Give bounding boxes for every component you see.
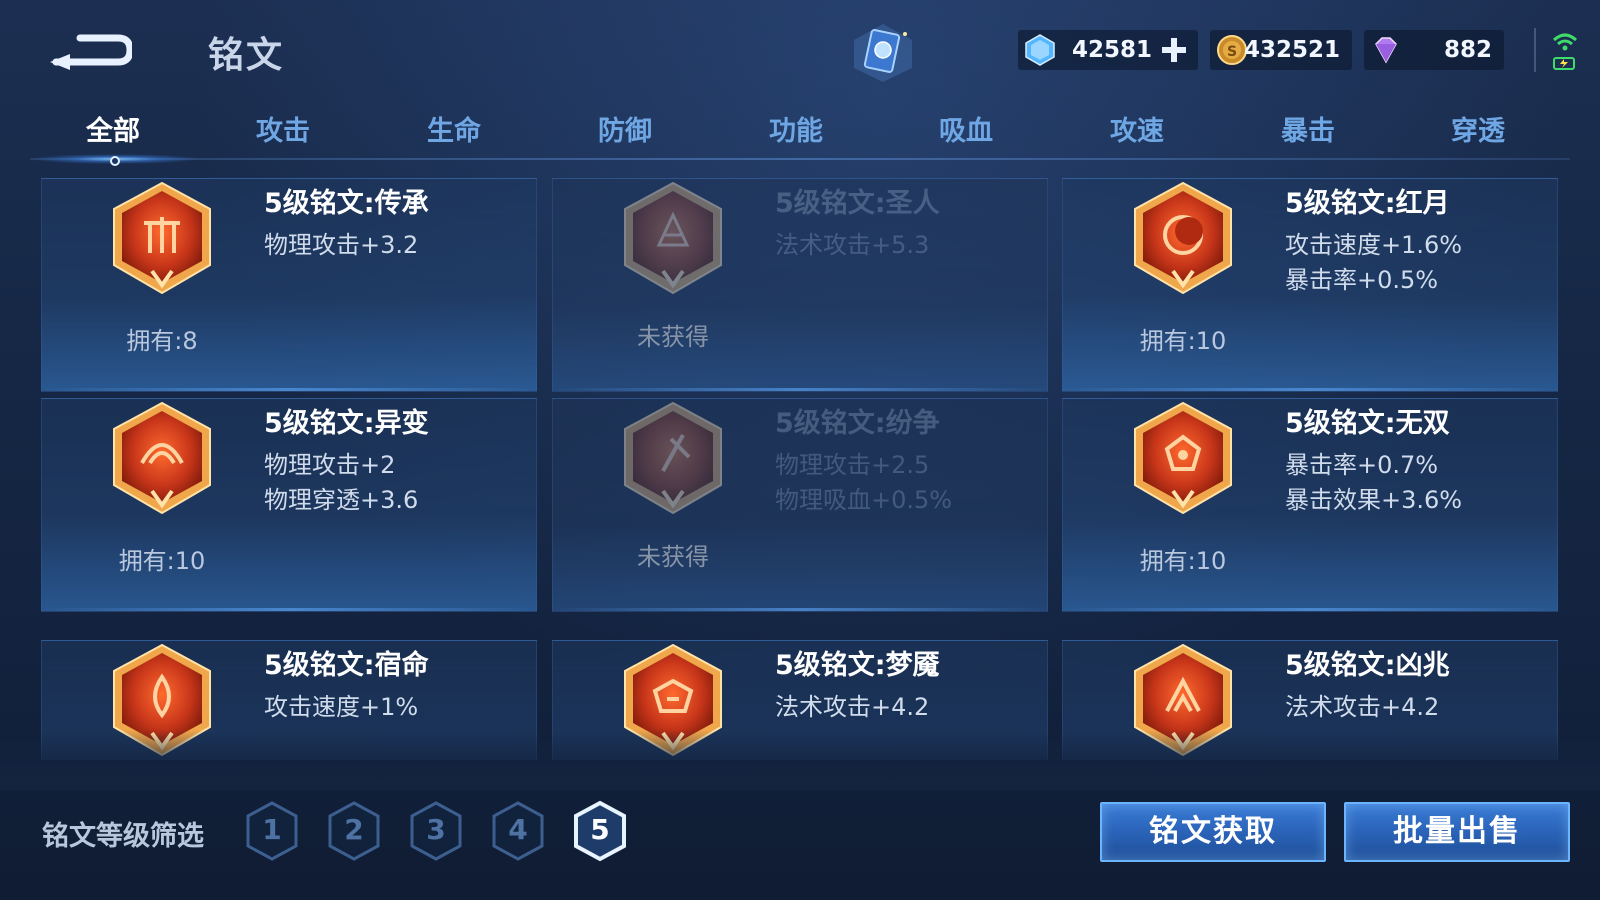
inscription-attribute: 暴击率+0.5%: [1285, 266, 1439, 294]
tab-1[interactable]: 攻击: [223, 108, 343, 156]
inscription-attribute: 物理穿透+3.6: [264, 486, 419, 514]
tab-8[interactable]: 穿透: [1418, 108, 1538, 156]
owned-count: 拥有:10: [1139, 327, 1227, 355]
inscription-attribute: 物理攻击+3.2: [264, 231, 419, 259]
gem-currency: 42581: [1018, 30, 1198, 70]
gold-amount: 432521: [1243, 37, 1340, 63]
inscription-card[interactable]: 5级铭文:纷争 物理攻击+2.5 物理吸血+0.5% 未获得: [552, 398, 1048, 612]
inscription-name: 5级铭文:梦魇: [775, 650, 940, 681]
page-title: 铭文: [208, 35, 285, 76]
level-number: 4: [508, 813, 528, 846]
inscription-card[interactable]: 5级铭文:圣人 法术攻击+5.3 未获得: [552, 178, 1048, 392]
inscription-emblem-icon: [1129, 399, 1237, 521]
wifi-battery-icon: [1550, 30, 1580, 74]
level-filter-1-button[interactable]: 1: [244, 800, 300, 862]
gem-icon: [1025, 34, 1055, 66]
level-number: 3: [426, 813, 446, 846]
level-filter-2-button[interactable]: 2: [326, 800, 382, 862]
tab-2[interactable]: 生命: [394, 108, 514, 156]
inscription-name: 5级铭文:异变: [264, 408, 429, 439]
inscription-attribute: 物理攻击+2: [264, 451, 396, 479]
inscription-attribute: 物理吸血+0.5%: [775, 486, 953, 514]
inscription-emblem-icon: [1129, 179, 1237, 301]
inscription-name: 5级铭文:无双: [1285, 408, 1450, 439]
tab-0[interactable]: 全部: [53, 108, 173, 156]
level-filter-label: 铭文等级筛选: [42, 821, 204, 852]
tab-4[interactable]: 功能: [736, 108, 856, 156]
back-button[interactable]: [48, 24, 134, 72]
inscription-attribute: 暴击效果+3.6%: [1285, 486, 1463, 514]
inscription-attribute: 法术攻击+4.2: [1285, 693, 1440, 721]
inscription-card[interactable]: 5级铭文:红月 攻击速度+1.6% 暴击率+0.5% 拥有:10: [1062, 178, 1558, 392]
level-number: 1: [262, 813, 282, 846]
level-number: 5: [590, 813, 610, 846]
diamond-amount: 882: [1443, 37, 1492, 63]
get-inscription-button[interactable]: 铭文获取: [1100, 802, 1326, 862]
not-obtained-label: 未获得: [637, 543, 709, 571]
diamond-currency: 882: [1364, 30, 1504, 70]
inscription-emblem-icon: [108, 179, 216, 301]
level-filter-3-button[interactable]: 3: [408, 800, 464, 862]
tab-3[interactable]: 防御: [565, 108, 685, 156]
inscription-attribute: 攻击速度+1%: [264, 693, 419, 721]
inscription-attribute: 物理攻击+2.5: [775, 451, 930, 479]
tabs-divider: [30, 158, 1570, 160]
inscription-attribute: 法术攻击+4.2: [775, 693, 930, 721]
inscription-name: 5级铭文:红月: [1285, 188, 1450, 219]
inscription-attribute: 暴击率+0.7%: [1285, 451, 1439, 479]
not-obtained-label: 未获得: [637, 323, 709, 351]
back-arrow-icon: [50, 34, 134, 70]
level-filter-5-button[interactable]: 5: [572, 800, 628, 862]
owned-count: 拥有:10: [118, 547, 206, 575]
inscription-emblem-icon: [108, 399, 216, 521]
inscription-card[interactable]: 5级铭文:异变 物理攻击+2 物理穿透+3.6 拥有:10: [41, 398, 537, 612]
svg-text:S: S: [1227, 44, 1237, 60]
tab-6[interactable]: 攻速: [1077, 108, 1197, 156]
top-bar: 铭文 42581 S 432521 882: [0, 0, 1600, 100]
gold-currency: S 432521: [1210, 30, 1352, 70]
inscription-name: 5级铭文:传承: [264, 188, 429, 219]
level-filter-4-button[interactable]: 4: [490, 800, 546, 862]
owned-count: 拥有:8: [126, 327, 198, 355]
level-number: 2: [344, 813, 364, 846]
inscription-grid: 5级铭文:传承 物理攻击+3.2 拥有:8 5级铭文:圣人 法术攻击+5.3 未获得 5…: [0, 170, 1600, 760]
inscription-card[interactable]: 5级铭文:传承 物理攻击+3.2 拥有:8: [41, 178, 537, 392]
inscription-name: 5级铭文:宿命: [264, 650, 429, 681]
diamond-icon: [1375, 37, 1397, 64]
active-tab-dot: [110, 156, 120, 166]
inscription-emblem-icon: [619, 179, 727, 301]
inscription-card[interactable]: 5级铭文:无双 暴击率+0.7% 暴击效果+3.6% 拥有:10: [1062, 398, 1558, 612]
inscription-emblem-icon: [619, 399, 727, 521]
footer-bar: 铭文等级筛选 1 2 3 4 5 铭文获取 批量出售: [0, 760, 1600, 900]
tab-5[interactable]: 吸血: [906, 108, 1026, 156]
batch-sell-button[interactable]: 批量出售: [1344, 802, 1570, 862]
gem-amount: 42581: [1071, 37, 1152, 63]
category-tabs: 全部 攻击 生命 防御 功能 吸血 攻速 暴击 穿透: [30, 108, 1570, 164]
inscription-name: 5级铭文:圣人: [775, 188, 940, 219]
inscription-name: 5级铭文:纷争: [775, 408, 940, 439]
inscription-attribute: 攻击速度+1.6%: [1285, 231, 1463, 259]
header-divider: [1534, 28, 1536, 72]
owned-count: 拥有:10: [1139, 547, 1227, 575]
inscription-name: 5级铭文:凶兆: [1285, 650, 1450, 681]
inscription-attribute: 法术攻击+5.3: [775, 231, 930, 259]
add-gem-button[interactable]: [1160, 36, 1188, 64]
rune-book-icon[interactable]: [850, 22, 916, 84]
tab-7[interactable]: 暴击: [1248, 108, 1368, 156]
